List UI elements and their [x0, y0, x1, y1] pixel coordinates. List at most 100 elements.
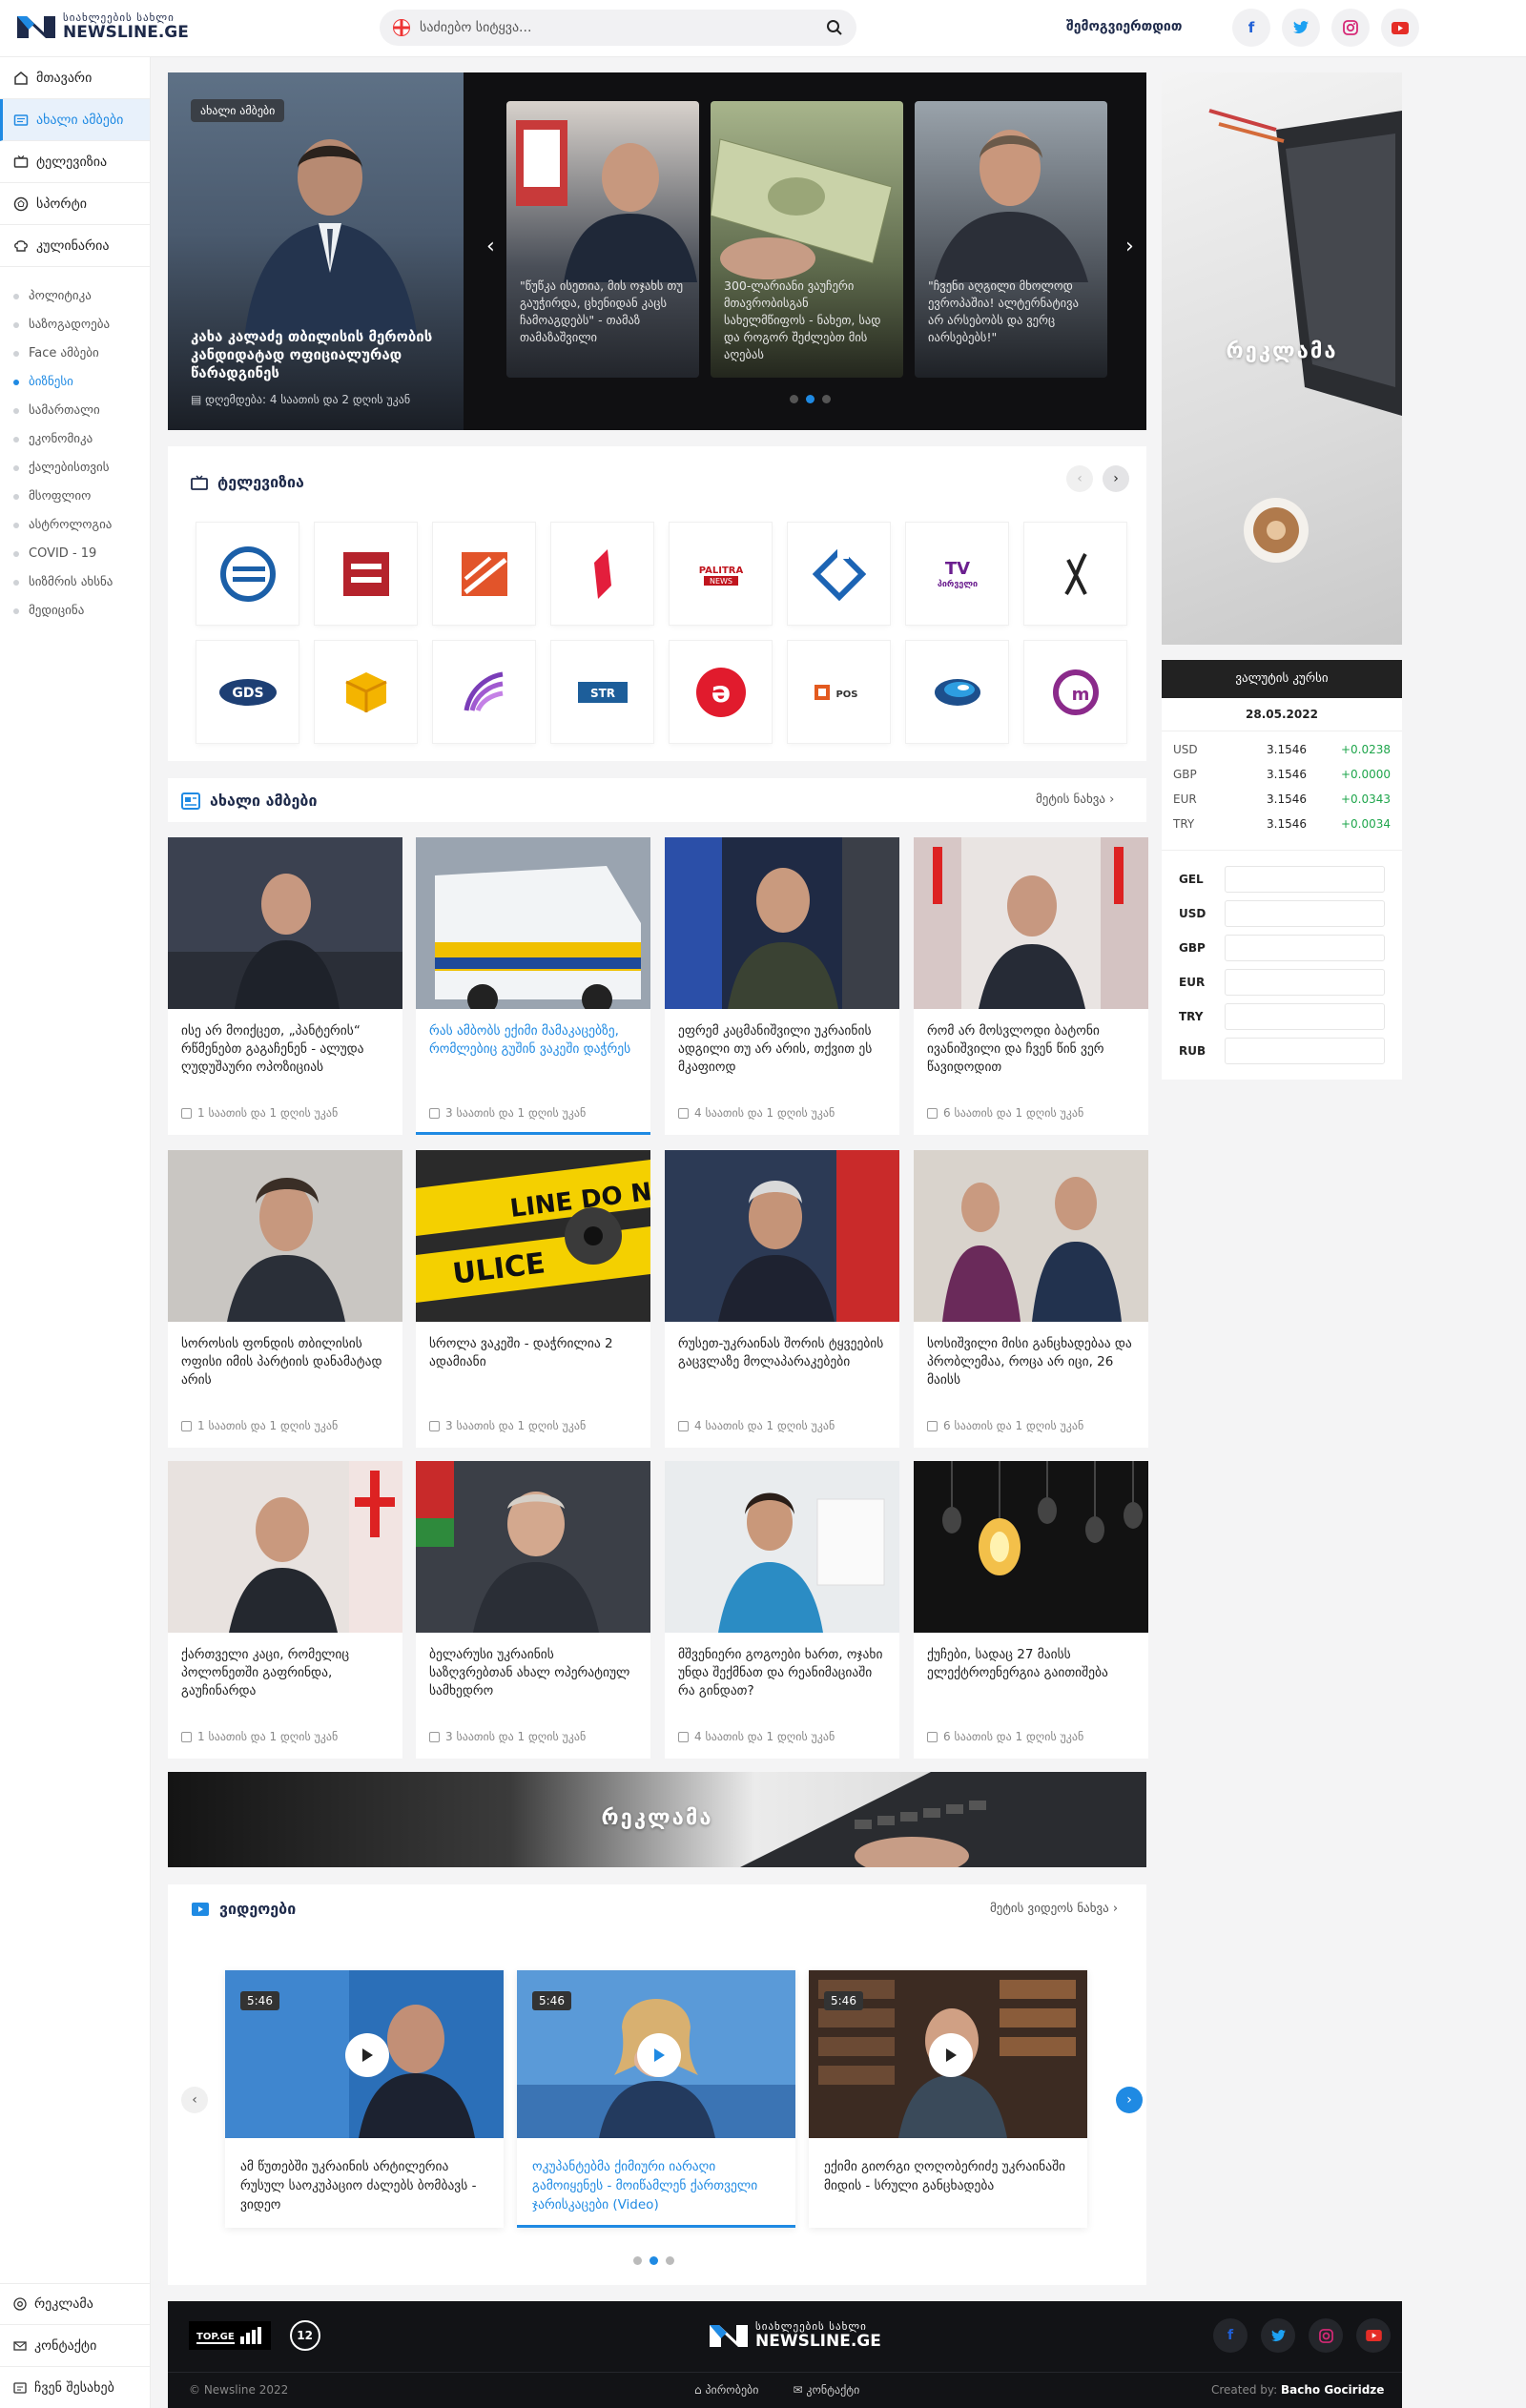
- play-button[interactable]: [637, 2033, 681, 2077]
- tv-channel[interactable]: [551, 523, 653, 625]
- sidebar-item-about[interactable]: ჩვენ შესახებ: [0, 2367, 150, 2408]
- banner-advertisement[interactable]: რეკლამა: [168, 1772, 1146, 1867]
- sidebar-item-ads[interactable]: რეკლამა: [0, 2283, 150, 2325]
- news-card[interactable]: სოროსის ფონდის თბილისის ოფისი იმის პარტი…: [168, 1150, 402, 1448]
- videos-prev-button[interactable]: ‹: [181, 2087, 208, 2113]
- sidebar-sub-society[interactable]: საზოგადოება: [0, 311, 150, 340]
- sidebar-sub-economy[interactable]: ეკონომიკა: [0, 425, 150, 454]
- youtube-button[interactable]: [1381, 9, 1419, 47]
- tv-channel[interactable]: PALITRA NEWS: [670, 523, 772, 625]
- news-card[interactable]: მშვენიერი გოგოები ხართ, ოჯახი უნდა შექმნ…: [665, 1461, 899, 1759]
- sidebar-item-tv[interactable]: ტელევიზია: [0, 141, 150, 183]
- footer-twitter-button[interactable]: [1261, 2318, 1295, 2353]
- amount-input[interactable]: [1225, 935, 1385, 961]
- sidebar-sub-astrology[interactable]: ასტროლოგია: [0, 511, 150, 540]
- tv-channel[interactable]: STR: [551, 641, 653, 743]
- amount-input[interactable]: [1225, 900, 1385, 927]
- login-link[interactable]: შემოგვიერთდით: [1066, 19, 1182, 34]
- side-advertisement[interactable]: რეკლამა: [1162, 72, 1402, 645]
- sidebar-sub-business[interactable]: ბიზნესი: [0, 368, 150, 397]
- hero-next-button[interactable]: ›: [1125, 235, 1134, 258]
- footer-facebook-button[interactable]: f: [1213, 2318, 1248, 2353]
- amount-input[interactable]: [1225, 1038, 1385, 1064]
- hero-slide-2[interactable]: 300-ლარიანი ვაუჩერი მთავრობისგან სახელმწ…: [711, 101, 903, 378]
- tv-channel[interactable]: [196, 523, 299, 625]
- tv-channel[interactable]: TV პირველი: [906, 523, 1008, 625]
- videos-more-link[interactable]: მეტის ვიდეოს ნახვა ›: [990, 1902, 1118, 1916]
- sidebar-item-contact[interactable]: კონტაქტი: [0, 2325, 150, 2367]
- tv-channel[interactable]: [315, 641, 417, 743]
- news-card[interactable]: რუსეთ-უკრაინას შორის ტყვეების გაცვლაზე მ…: [665, 1150, 899, 1448]
- play-button[interactable]: [929, 2033, 973, 2077]
- tv-channel[interactable]: GDS: [196, 641, 299, 743]
- sidebar-item-cooking[interactable]: კულინარია: [0, 225, 150, 267]
- pagination-dot[interactable]: [633, 2256, 642, 2265]
- author[interactable]: Bacho Gociridze: [1281, 2383, 1384, 2397]
- pagination-dot[interactable]: [822, 395, 831, 403]
- pagination-dot[interactable]: [666, 2256, 674, 2265]
- sidebar-sub-politics[interactable]: პოლიტიკა: [0, 282, 150, 311]
- search-icon[interactable]: [826, 19, 843, 36]
- play-button[interactable]: [345, 2033, 389, 2077]
- tv-channel[interactable]: [788, 523, 890, 625]
- hero-title[interactable]: კახა კალაძე თბილისის მერობის კანდიდატად …: [191, 328, 448, 382]
- tv-channel[interactable]: [1024, 523, 1126, 625]
- sidebar-item-news[interactable]: ახალი ამბები: [0, 99, 150, 141]
- amount-input[interactable]: [1225, 969, 1385, 996]
- sidebar-sub-law[interactable]: სამართალი: [0, 397, 150, 425]
- video-card[interactable]: 5:46 ექიმი გიორგი ღოღობერიძე უკრაინაში მ…: [809, 1970, 1087, 2228]
- news-card[interactable]: ისე არ მოიქცეთ, „პანტერის“ რწმენებთ გაგა…: [168, 837, 402, 1135]
- hero-prev-button[interactable]: ‹: [486, 235, 495, 258]
- footer-logo[interactable]: სიახლეების სახლი NEWSLINE.GE: [708, 2320, 881, 2350]
- amount-input[interactable]: [1225, 1003, 1385, 1030]
- footer-link-contact[interactable]: ✉ კონტაქტი: [793, 2383, 859, 2397]
- pagination-dot[interactable]: [790, 395, 798, 403]
- sidebar-sub-face[interactable]: Face ამბები: [0, 340, 150, 368]
- twitter-button[interactable]: [1282, 9, 1320, 47]
- hero-slide-3[interactable]: "ჩვენი აღგილი მხოლოდ ევროპაშია! ალტერნატ…: [915, 101, 1107, 378]
- mail-icon: ✉: [793, 2383, 807, 2397]
- news-card[interactable]: სოსიშვილი მისი განცხადებაა და პრობლემაა,…: [914, 1150, 1148, 1448]
- news-card[interactable]: LINE DO NOT ULICE სროლა ვაკეში - დაჭრილია…: [416, 1150, 650, 1448]
- news-card[interactable]: ქუჩები, სადაც 27 მაისს ელექტროენერგია გა…: [914, 1461, 1148, 1759]
- video-card[interactable]: 5:46 ოკუპანტებმა ქიმიური იარაღი გამოიყენ…: [517, 1970, 795, 2228]
- news-card[interactable]: რომ არ მოსვლოდი ბატონი ივანიშვილი და ჩვე…: [914, 837, 1148, 1135]
- sidebar-sub-women[interactable]: ქალებისთვის: [0, 454, 150, 483]
- tv-channel[interactable]: POS: [788, 641, 890, 743]
- topge-counter[interactable]: TOP.GE: [189, 2321, 271, 2350]
- hero-main-story[interactable]: ახალი ამბები კახა კალაძე თბილისის მერობი…: [168, 72, 464, 430]
- tv-channel[interactable]: [906, 641, 1008, 743]
- tv-channel[interactable]: ə: [670, 641, 772, 743]
- pagination-dot-active[interactable]: [650, 2256, 658, 2265]
- hero-slide-1[interactable]: "წუწკა ისეთია, მის ოჯახს თუ გაუჭირდა, ცხ…: [506, 101, 699, 378]
- amount-input[interactable]: [1225, 866, 1385, 893]
- tv-channel[interactable]: [315, 523, 417, 625]
- hero-tag[interactable]: ახალი ამბები: [191, 99, 285, 122]
- news-card[interactable]: რას ამბობს ექიმი მამაკაცებზე, რომლებიც გ…: [416, 837, 650, 1135]
- news-card[interactable]: ეფრემ კაცმანიშვილი უკრაინის ადგილი თუ არ…: [665, 837, 899, 1135]
- pagination-dot-active[interactable]: [806, 395, 815, 403]
- video-card[interactable]: 5:46 ამ წუთებში უკრაინის არტილერია რუსულ…: [225, 1970, 504, 2228]
- tv-prev-button[interactable]: ‹: [1066, 465, 1093, 492]
- sidebar-sub-dreams[interactable]: სიზმრის ახსნა: [0, 568, 150, 597]
- sidebar-sub-medicine[interactable]: მედიცინა: [0, 597, 150, 626]
- tv-next-button[interactable]: ›: [1103, 465, 1129, 492]
- videos-next-button[interactable]: ›: [1116, 2087, 1143, 2113]
- facebook-button[interactable]: f: [1232, 9, 1270, 47]
- tv-channel[interactable]: [433, 641, 535, 743]
- sidebar-item-sport[interactable]: სპორტი: [0, 183, 150, 225]
- site-logo[interactable]: სიახლეების სახლი NEWSLINE.GE: [15, 11, 189, 41]
- tv-channel[interactable]: [433, 523, 535, 625]
- sidebar-sub-covid[interactable]: COVID - 19: [0, 540, 150, 568]
- news-card[interactable]: ბელარუსი უკრაინის საზღვრებთან ახალ ოპერა…: [416, 1461, 650, 1759]
- news-card[interactable]: ქართველი კაცი, რომელიც პოლონეთში გაფრინდ…: [168, 1461, 402, 1759]
- footer-link-terms[interactable]: ⌂ პირობები: [694, 2383, 758, 2397]
- search-input[interactable]: [420, 20, 826, 35]
- news-more-link[interactable]: მეტის ნახვა ›: [1036, 792, 1114, 807]
- tv-channel[interactable]: m: [1024, 641, 1126, 743]
- sidebar-sub-world[interactable]: მსოფლიო: [0, 483, 150, 511]
- footer-youtube-button[interactable]: [1356, 2318, 1391, 2353]
- footer-instagram-button[interactable]: [1309, 2318, 1343, 2353]
- sidebar-item-home[interactable]: მთავარი: [0, 57, 150, 99]
- instagram-button[interactable]: [1331, 9, 1370, 47]
